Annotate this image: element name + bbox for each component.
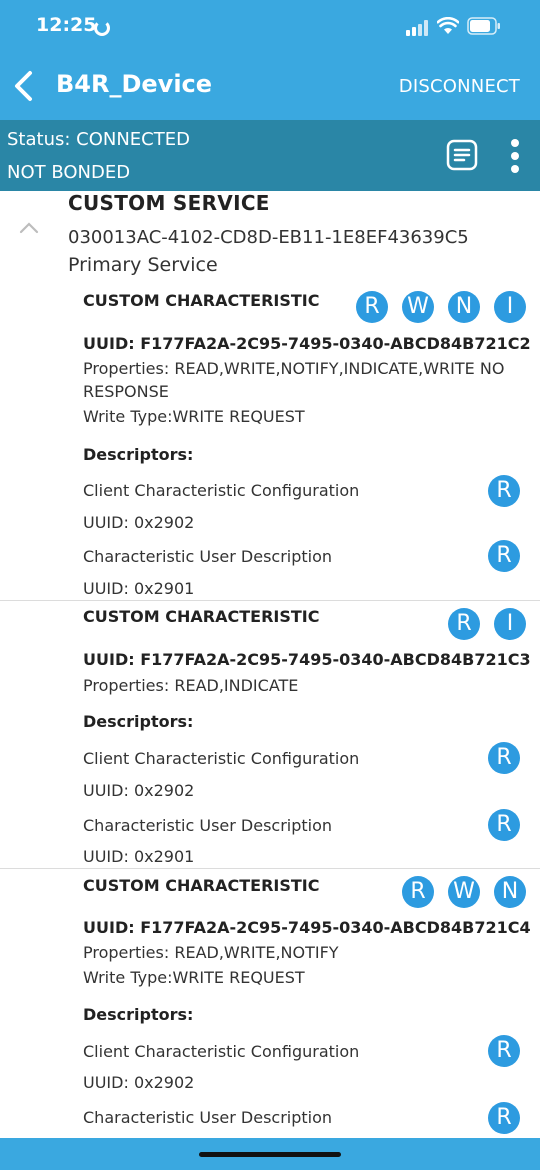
disconnect-button[interactable]: DISCONNECT [399,76,520,97]
descriptor-name: Client Characteristic Configuration [83,1042,360,1061]
connection-status-text: Status: CONNECTED [7,129,190,150]
descriptor-read-button[interactable]: R [488,1035,520,1067]
descriptor-read-button[interactable]: R [488,809,520,841]
log-icon[interactable] [446,139,478,171]
characteristic-properties: Properties: READ,INDICATE [83,676,299,695]
descriptor-uuid: UUID: 0x2902 [83,513,195,532]
service-name: CUSTOM SERVICE [68,191,270,215]
characteristic-name: CUSTOM CHARACTERISTIC [83,607,320,626]
read-button[interactable]: R [448,608,480,640]
back-arrow-icon[interactable] [12,70,36,102]
divider [0,868,540,869]
descriptor-uuid: UUID: 0x2901 [83,579,195,598]
characteristic-write-type: Write Type:WRITE REQUEST [83,968,305,987]
characteristic-name: CUSTOM CHARACTERISTIC [83,876,320,895]
characteristic-name: CUSTOM CHARACTERISTIC [83,291,320,310]
descriptor-uuid: UUID: 0x2901 [83,847,195,866]
bond-status-text: NOT BONDED [7,162,131,183]
services-list: CUSTOM SERVICE 030013AC-4102-CD8D-EB11-1… [0,191,540,1138]
chevron-up-icon[interactable] [18,221,40,235]
characteristic-uuid: UUID: F177FA2A-2C95-7495-0340-ABCD84B721… [83,918,531,937]
service-type: Primary Service [68,254,218,276]
service-uuid: 030013AC-4102-CD8D-EB11-1E8EF43639C5 [68,227,469,248]
characteristic-uuid: UUID: F177FA2A-2C95-7495-0340-ABCD84B721… [83,650,531,669]
cellular-signal-icon [406,20,428,36]
connection-status-panel: Status: CONNECTED NOT BONDED [0,120,540,191]
descriptors-label: Descriptors: [83,712,194,731]
more-options-icon[interactable] [504,137,526,175]
indicate-button[interactable]: I [494,291,526,323]
app-bar: B4R_Device DISCONNECT [0,52,540,120]
descriptors-label: Descriptors: [83,445,194,464]
characteristic-uuid: UUID: F177FA2A-2C95-7495-0340-ABCD84B721… [83,334,531,353]
descriptor-uuid: UUID: 0x2902 [83,781,195,800]
system-status-bar: 12:25 [0,0,540,52]
notify-button[interactable]: N [494,876,526,908]
characteristic-properties: Properties: READ,WRITE,NOTIFY,INDICATE,W… [83,359,505,378]
descriptor-name: Characteristic User Description [83,816,333,835]
characteristic-write-type: Write Type:WRITE REQUEST [83,407,305,426]
home-indicator[interactable] [199,1152,341,1157]
notify-button[interactable]: N [448,291,480,323]
characteristic-properties-cont: RESPONSE [83,382,169,401]
battery-icon [467,17,500,35]
descriptors-label: Descriptors: [83,1005,194,1024]
descriptor-name: Characteristic User Description [83,547,333,566]
descriptor-read-button[interactable]: R [488,475,520,507]
read-button[interactable]: R [402,876,434,908]
descriptor-read-button[interactable]: R [488,1102,520,1134]
characteristic-properties: Properties: READ,WRITE,NOTIFY [83,943,339,962]
device-title: B4R_Device [56,70,213,98]
descriptor-uuid: UUID: 0x2902 [83,1073,195,1092]
descriptor-read-button[interactable]: R [488,540,520,572]
descriptor-name: Characteristic User Description [83,1108,333,1127]
wifi-icon [437,17,459,34]
descriptor-read-button[interactable]: R [488,742,520,774]
descriptor-name: Client Characteristic Configuration [83,749,360,768]
descriptor-name: Client Characteristic Configuration [83,481,360,500]
read-button[interactable]: R [356,291,388,323]
sync-icon [94,20,110,36]
indicate-button[interactable]: I [494,608,526,640]
divider [0,600,540,601]
clock: 12:25 [36,14,97,36]
write-button[interactable]: W [448,876,480,908]
write-button[interactable]: W [402,291,434,323]
